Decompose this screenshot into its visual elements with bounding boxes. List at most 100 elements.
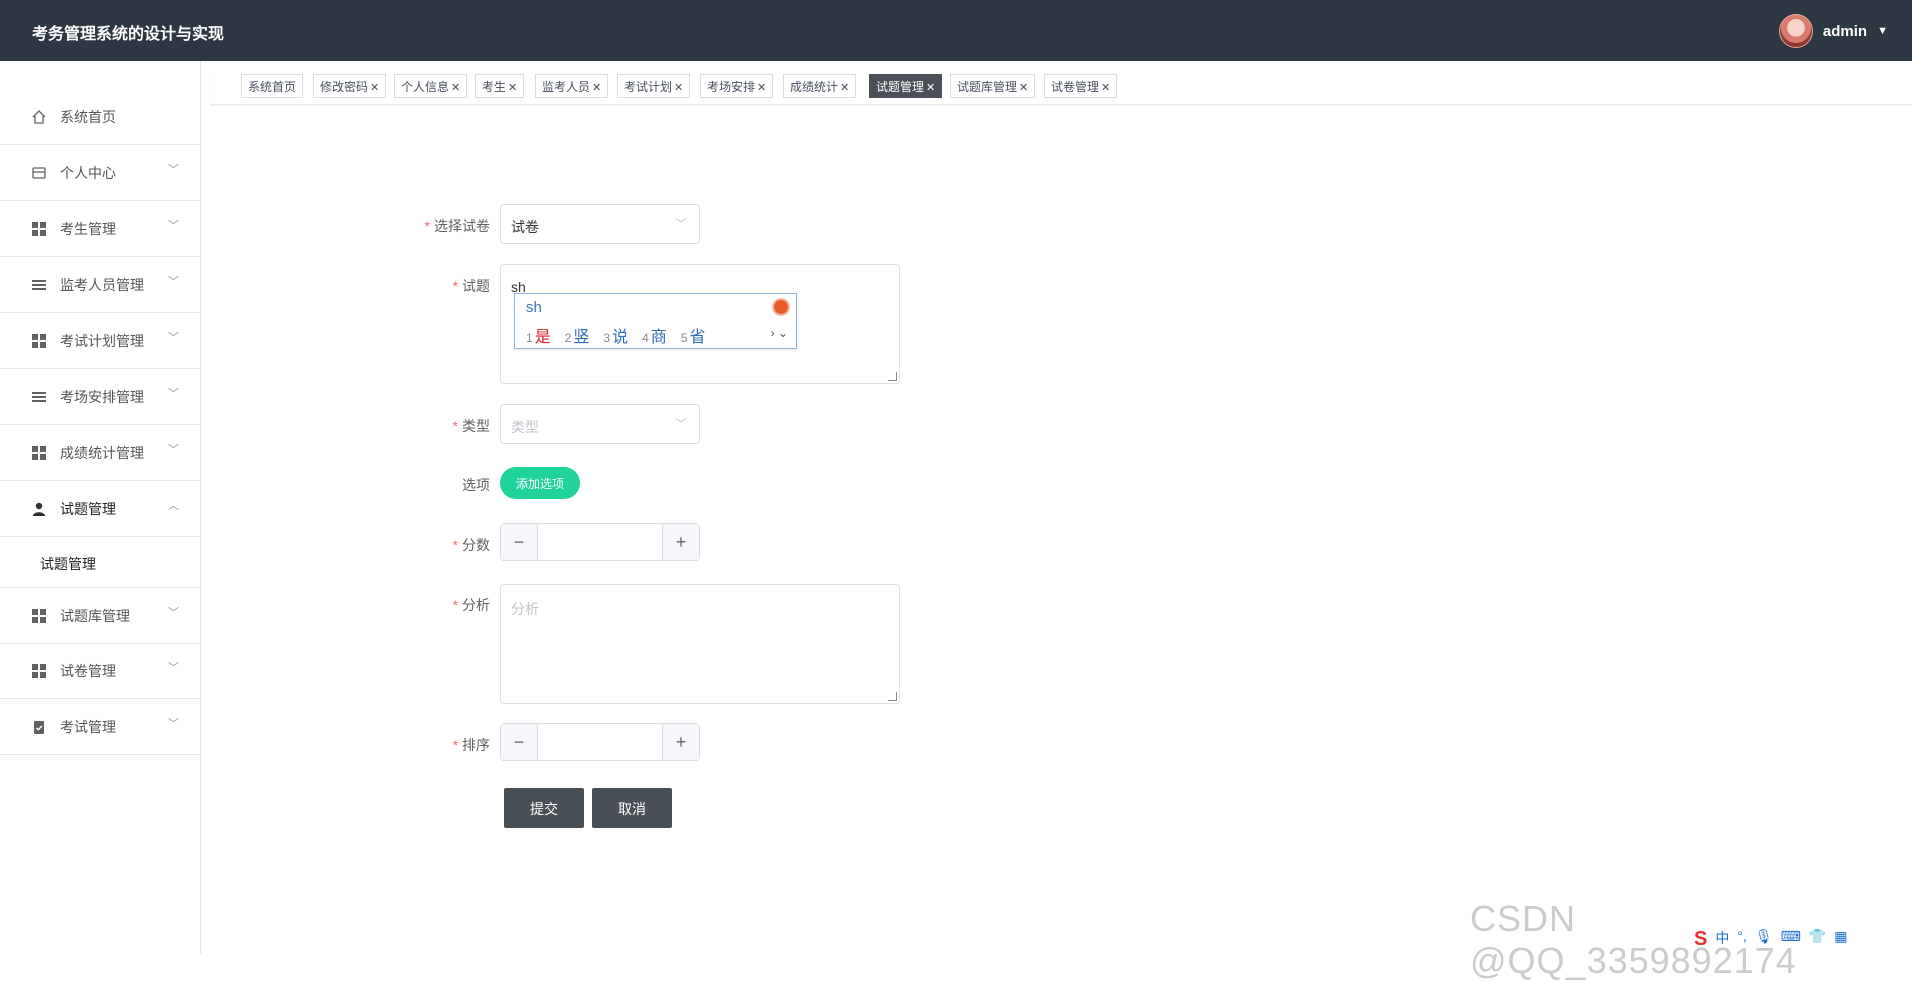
type-select[interactable]: 类型 ﹀ xyxy=(500,404,700,444)
close-icon[interactable]: ✕ xyxy=(926,82,935,94)
sidebar-item-room-arrangement[interactable]: 考场安排管理 ﹀ xyxy=(0,369,200,425)
analysis-textarea[interactable]: 分析 xyxy=(500,584,900,704)
chevron-down-icon: ﹀ xyxy=(168,276,179,288)
tab-personal-info[interactable]: 个人信息 ✕ xyxy=(394,74,468,98)
grid-icon[interactable]: ▦ xyxy=(1834,928,1847,951)
ime-tray: S 中 °, 🎙 ⌨ 👕 ▦ xyxy=(1694,928,1848,951)
user-menu[interactable]: admin ▼ xyxy=(1778,14,1888,48)
analysis-placeholder: 分析 xyxy=(511,601,539,617)
cancel-button[interactable]: 取消 xyxy=(592,788,672,828)
sidebar-item-label: 成绩统计管理 xyxy=(60,445,144,461)
tab-home[interactable]: 系统首页 xyxy=(241,74,304,98)
sidebar: 系统首页 个人中心 ﹀ 考生管理 ﹀ 监考人员管理 ﹀ 考试计划管理 ﹀ 考场安… xyxy=(0,61,201,954)
ime-candidate-window: sh 1是 2竖 3说 4商 5省 › ⌄ xyxy=(514,293,797,349)
tab-invigilators[interactable]: 监考人员 ✕ xyxy=(535,74,609,98)
chevron-down-icon: ﹀ xyxy=(168,662,179,674)
type-placeholder: 类型 xyxy=(511,419,539,435)
add-option-button[interactable]: 添加选项 xyxy=(500,467,580,499)
tab-room-arrangement[interactable]: 考场安排 ✕ xyxy=(700,74,774,98)
grid-icon xyxy=(31,221,47,237)
submit-button[interactable]: 提交 xyxy=(504,788,584,828)
caret-down-icon[interactable]: ▼ xyxy=(1877,25,1888,37)
tab-exam-plan[interactable]: 考试计划 ✕ xyxy=(617,74,691,98)
skin-icon[interactable]: 👕 xyxy=(1809,928,1826,951)
sidebar-item-home[interactable]: 系统首页 xyxy=(0,89,200,145)
sidebar-item-invigilators[interactable]: 监考人员管理 ﹀ xyxy=(0,257,200,313)
punctuation-indicator[interactable]: °, xyxy=(1737,928,1747,951)
grid-icon xyxy=(31,608,47,624)
clipboard-icon xyxy=(31,719,47,735)
close-icon[interactable]: ✕ xyxy=(1019,82,1028,94)
question-label: * 试题 xyxy=(452,278,490,294)
grid-icon xyxy=(31,663,47,679)
score-stepper[interactable]: − + xyxy=(500,523,700,561)
list-icon xyxy=(31,389,47,405)
sidebar-item-score-stats[interactable]: 成绩统计管理 ﹀ xyxy=(0,425,200,481)
close-icon[interactable]: ✕ xyxy=(757,82,766,94)
tab-question-bank[interactable]: 试题库管理 ✕ xyxy=(950,74,1036,98)
ime-tray-logo[interactable]: S xyxy=(1694,928,1707,951)
sidebar-item-label: 考试计划管理 xyxy=(60,333,144,349)
increment-button[interactable]: + xyxy=(662,524,699,560)
paper-select-value: 试卷 xyxy=(511,219,539,235)
order-stepper[interactable]: − + xyxy=(500,723,700,761)
analysis-label: * 分析 xyxy=(452,597,490,613)
tab-papers[interactable]: 试卷管理 ✕ xyxy=(1044,74,1118,98)
grid-icon xyxy=(31,333,47,349)
sidebar-item-exam-plan[interactable]: 考试计划管理 ﹀ xyxy=(0,313,200,369)
tab-change-password[interactable]: 修改密码 ✕ xyxy=(313,74,387,98)
card-icon xyxy=(31,165,47,181)
close-icon[interactable]: ✕ xyxy=(370,82,379,94)
chevron-down-icon: ﹀ xyxy=(674,417,687,431)
options-label: 选项 xyxy=(462,477,490,493)
decrement-button[interactable]: − xyxy=(501,524,538,560)
sidebar-item-label: 试题管理 xyxy=(60,501,116,517)
increment-button[interactable]: + xyxy=(662,724,699,760)
keyboard-icon[interactable]: ⌨ xyxy=(1781,928,1801,951)
close-icon[interactable]: ✕ xyxy=(451,82,460,94)
username[interactable]: admin xyxy=(1823,23,1867,40)
microphone-icon[interactable]: 🎙 xyxy=(1755,928,1773,951)
sidebar-item-exams[interactable]: 考试管理 ﹀ xyxy=(0,699,200,755)
ime-candidate[interactable]: 4商 xyxy=(642,323,667,347)
ime-logo-icon xyxy=(772,298,790,316)
chevron-down-icon: ﹀ xyxy=(674,217,687,231)
tab-score-stats[interactable]: 成绩统计 ✕ xyxy=(783,74,857,98)
decrement-button[interactable]: − xyxy=(501,724,538,760)
ime-pinyin: sh xyxy=(526,299,542,316)
paper-select[interactable]: 试卷 ﹀ xyxy=(500,204,700,244)
app-title: 考务管理系统的设计与实现 xyxy=(32,26,225,43)
sidebar-item-students[interactable]: 考生管理 ﹀ xyxy=(0,201,200,257)
close-icon[interactable]: ✕ xyxy=(592,82,601,94)
ime-candidates: 1是 2竖 3说 4商 5省 xyxy=(526,323,706,347)
sidebar-item-papers[interactable]: 试卷管理 ﹀ xyxy=(0,643,200,699)
chevron-down-icon: ﹀ xyxy=(168,388,179,400)
close-icon[interactable]: ✕ xyxy=(840,82,849,94)
resize-handle[interactable] xyxy=(888,692,897,701)
sidebar-item-questions[interactable]: 试题管理 ︿ xyxy=(0,481,200,537)
sidebar-item-label: 试题库管理 xyxy=(60,608,130,624)
chevron-down-icon: ﹀ xyxy=(168,444,179,456)
type-label: * 类型 xyxy=(452,418,490,434)
close-icon[interactable]: ✕ xyxy=(508,82,517,94)
sidebar-subitem-questions[interactable]: 试题管理 xyxy=(0,537,200,587)
home-icon xyxy=(31,109,47,125)
close-icon[interactable]: ✕ xyxy=(674,82,683,94)
tab-questions[interactable]: 试题管理 ✕ xyxy=(869,74,943,98)
ime-candidate[interactable]: 2竖 xyxy=(565,323,590,347)
ime-candidate[interactable]: 5省 xyxy=(681,323,706,347)
ime-mode-indicator[interactable]: 中 xyxy=(1715,928,1729,951)
list-icon xyxy=(31,277,47,293)
top-header: 考务管理系统的设计与实现 admin ▼ xyxy=(0,0,1912,61)
ime-more-icon[interactable]: › ⌄ xyxy=(771,326,788,340)
ime-candidate[interactable]: 1是 xyxy=(526,323,551,347)
sidebar-item-question-bank[interactable]: 试题库管理 ﹀ xyxy=(0,587,200,644)
tab-students[interactable]: 考生 ✕ xyxy=(475,74,525,98)
ime-candidate[interactable]: 3说 xyxy=(603,323,628,347)
resize-handle[interactable] xyxy=(888,372,897,381)
sidebar-item-label: 试卷管理 xyxy=(60,663,116,679)
sidebar-item-label: 系统首页 xyxy=(60,109,116,125)
sidebar-item-personal-center[interactable]: 个人中心 ﹀ xyxy=(0,145,200,201)
avatar[interactable] xyxy=(1778,14,1813,48)
close-icon[interactable]: ✕ xyxy=(1101,82,1110,94)
